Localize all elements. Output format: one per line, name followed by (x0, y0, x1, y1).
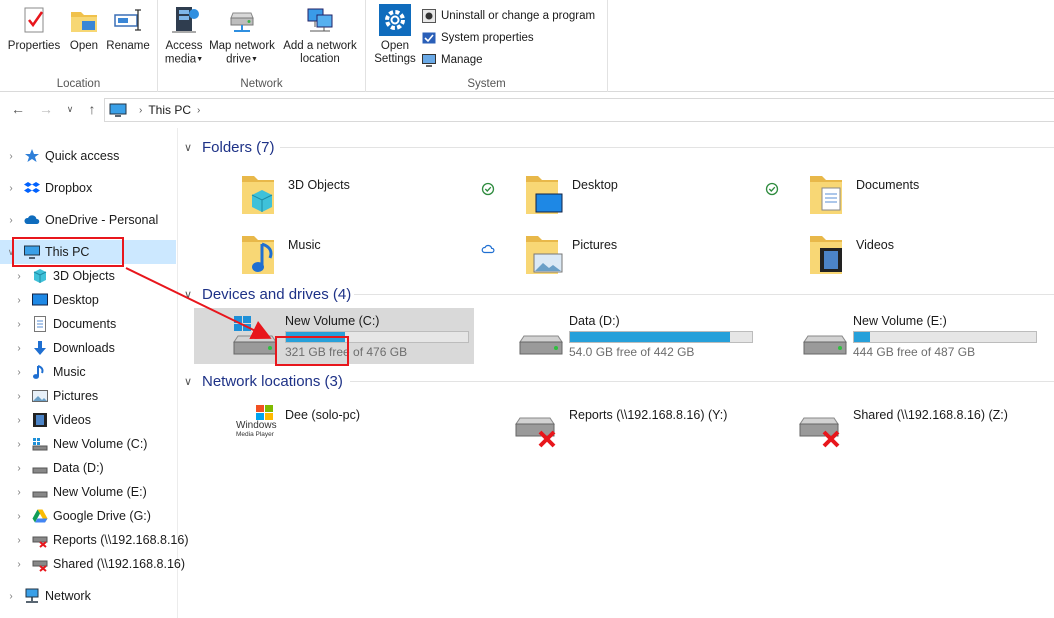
annotation-arrow (125, 267, 272, 340)
